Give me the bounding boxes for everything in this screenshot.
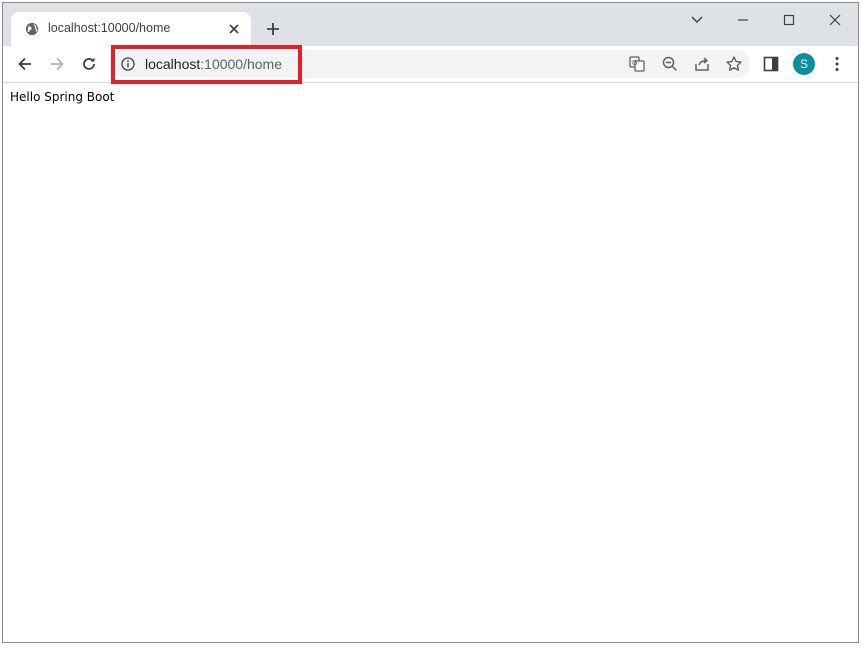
globe-icon [25, 22, 39, 36]
active-tab[interactable]: localhost:10000/home [11, 12, 251, 46]
minimize-button[interactable] [732, 9, 754, 31]
reload-button[interactable] [79, 54, 99, 74]
kebab-menu-icon[interactable] [828, 55, 846, 73]
close-window-button[interactable] [824, 9, 846, 31]
page-body-text: Hello Spring Boot [10, 90, 115, 104]
new-tab-button[interactable] [265, 21, 281, 37]
tab-strip: localhost:10000/home [3, 3, 858, 46]
address-highlight-box [111, 45, 302, 84]
forward-button[interactable] [47, 54, 67, 74]
share-icon[interactable] [693, 55, 711, 73]
back-button[interactable] [15, 54, 35, 74]
maximize-button[interactable] [778, 9, 800, 31]
tab-search-chevron-down-icon[interactable] [686, 9, 708, 31]
zoom-out-icon[interactable] [661, 55, 679, 73]
svg-text:G: G [632, 59, 637, 67]
close-icon[interactable] [227, 22, 241, 36]
side-panel-icon[interactable] [762, 55, 780, 73]
profile-avatar[interactable]: S [793, 53, 815, 75]
translate-icon[interactable]: G [628, 55, 646, 73]
browser-window: localhost:10000/home localhost:10000/hom… [2, 2, 859, 643]
star-icon[interactable] [725, 55, 743, 73]
tab-title: localhost:10000/home [48, 21, 171, 35]
